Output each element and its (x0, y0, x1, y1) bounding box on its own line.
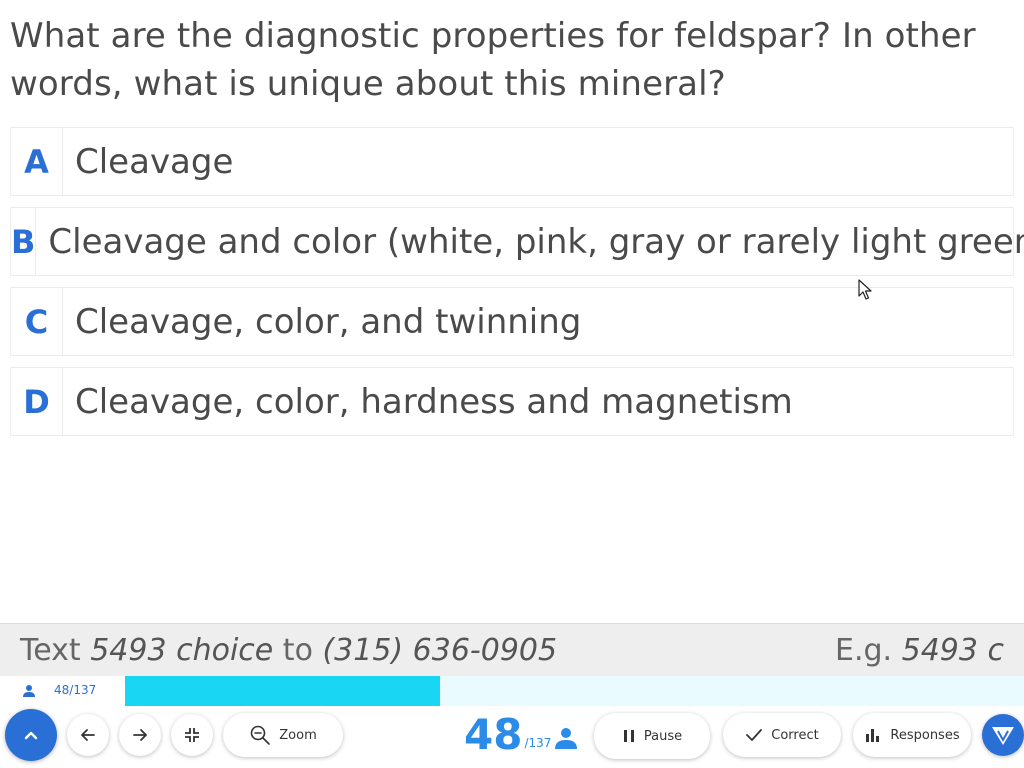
choice-d[interactable]: D Cleavage, color, hardness and magnetis… (10, 367, 1014, 436)
pause-icon (623, 730, 634, 742)
question-text: What are the diagnostic properties for f… (10, 16, 976, 104)
arrow-left-icon (81, 729, 95, 741)
zoom-out-icon (250, 725, 271, 745)
sms-example-prefix: E.g. (835, 632, 902, 668)
sms-code: 5493 choice (90, 632, 274, 668)
pause-button[interactable]: Pause (594, 713, 710, 759)
progress-track (125, 676, 1024, 706)
bar-chart-icon (866, 729, 880, 742)
choice-text: Cleavage and color (white, pink, gray or… (48, 221, 1024, 262)
sms-example-code: 5493 c (901, 632, 1004, 668)
slide-total: /137 (524, 736, 552, 750)
sms-instruction: Text 5493 choice to (315) 636-0905 (20, 633, 557, 668)
choice-a[interactable]: A Cleavage (10, 127, 1014, 196)
participants-icon (555, 728, 577, 749)
responses-button[interactable]: Responses (853, 713, 971, 757)
progress-count: 48/137 (54, 683, 97, 697)
choice-letter: A (11, 128, 63, 195)
sms-prefix: Text (20, 632, 91, 668)
arrow-right-icon (133, 729, 147, 741)
choice-letter: B (11, 208, 37, 275)
correct-label: Correct (771, 727, 819, 743)
pause-label: Pause (643, 728, 683, 744)
mouse-cursor-icon (858, 279, 872, 300)
next-button[interactable] (119, 714, 161, 756)
previous-button[interactable] (67, 714, 109, 756)
expand-up-button[interactable] (5, 709, 57, 761)
checkmark-icon (746, 729, 763, 741)
sms-example: E.g. 5493 c (835, 633, 1004, 668)
choice-b[interactable]: B Cleavage and color (white, pink, gray … (10, 207, 1024, 276)
exit-fullscreen-button[interactable] (171, 714, 213, 756)
progress-fill (125, 676, 440, 706)
choice-text: Cleavage, color, and twinning (75, 301, 582, 342)
choice-text: Cleavage, color, hardness and magnetism (75, 381, 793, 422)
responses-label: Responses (890, 727, 960, 743)
zoom-button[interactable]: Zoom (223, 713, 343, 757)
chevron-up-icon (24, 731, 38, 740)
person-icon (23, 685, 35, 697)
slide-counter: 48 /137 (464, 712, 551, 758)
poll-everywhere-logo-icon (992, 727, 1014, 745)
bottom-toolbar: Zoom 48 /137 Pause Correct Responses (0, 706, 1024, 768)
sms-phone: (315) 636-0905 (322, 632, 558, 668)
sms-middle: to (273, 632, 323, 668)
correct-button[interactable]: Correct (723, 713, 841, 757)
sms-instruction-bar: Text 5493 choice to (315) 636-0905 E.g. … (0, 623, 1024, 676)
zoom-label: Zoom (279, 727, 317, 743)
progress-row: 48/137 (0, 676, 1024, 706)
choice-letter: D (11, 368, 63, 435)
compress-icon (185, 728, 199, 742)
choice-text: Cleavage (75, 141, 234, 182)
choice-letter: C (11, 288, 63, 355)
slide-number: 48 (464, 710, 523, 759)
brand-menu-button[interactable] (982, 714, 1024, 756)
